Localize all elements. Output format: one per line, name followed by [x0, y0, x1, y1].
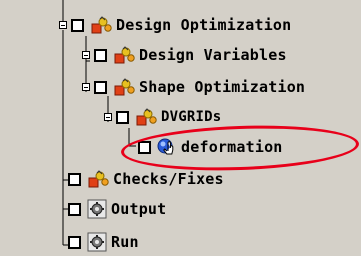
item-checkbox[interactable]	[94, 80, 107, 94]
tree-item-output[interactable]: Output	[68, 198, 166, 220]
gear-icon	[87, 232, 107, 252]
tree-item-run[interactable]: Run	[68, 231, 139, 253]
item-checkbox[interactable]	[68, 172, 81, 186]
gear-icon	[87, 199, 107, 219]
tree-item-label: Shape Optimization	[139, 78, 306, 96]
tree-item-label: DVGRIDs	[161, 109, 222, 125]
tree-item-label: Design Optimization	[116, 16, 292, 34]
item-checkbox[interactable]	[68, 235, 81, 249]
folder-wizard-icon	[113, 77, 135, 97]
folder-wizard-icon	[135, 107, 157, 127]
collapse-toggle[interactable]	[59, 21, 67, 29]
item-checkbox[interactable]	[71, 18, 84, 32]
tree-item-shape-optimization[interactable]: Shape Optimization	[82, 76, 305, 98]
folder-wizard-icon	[113, 45, 135, 65]
tree-item-design-variables[interactable]: Design Variables	[82, 44, 287, 66]
tree-item-dvgrids[interactable]: DVGRIDs	[104, 106, 221, 128]
tree-item-checks-fixes[interactable]: Checks/Fixes	[68, 168, 224, 190]
folder-wizard-icon	[87, 169, 109, 189]
tree-item-label: Output	[111, 200, 167, 218]
collapse-toggle[interactable]	[104, 113, 112, 121]
item-checkbox[interactable]	[116, 110, 129, 124]
collapse-toggle[interactable]	[82, 83, 90, 91]
expand-toggle[interactable]	[82, 51, 90, 59]
item-checkbox[interactable]	[68, 202, 81, 216]
tree-item-label: Run	[111, 233, 139, 251]
item-checkbox[interactable]	[94, 48, 107, 62]
tree-item-design-optimization[interactable]: Design Optimization	[59, 14, 291, 36]
tree-item-label: Checks/Fixes	[113, 170, 224, 188]
folder-wizard-icon	[90, 15, 112, 35]
tree-view: Design Optimization Design Variables Sha…	[0, 0, 361, 253]
tree-item-label: Design Variables	[139, 46, 287, 64]
